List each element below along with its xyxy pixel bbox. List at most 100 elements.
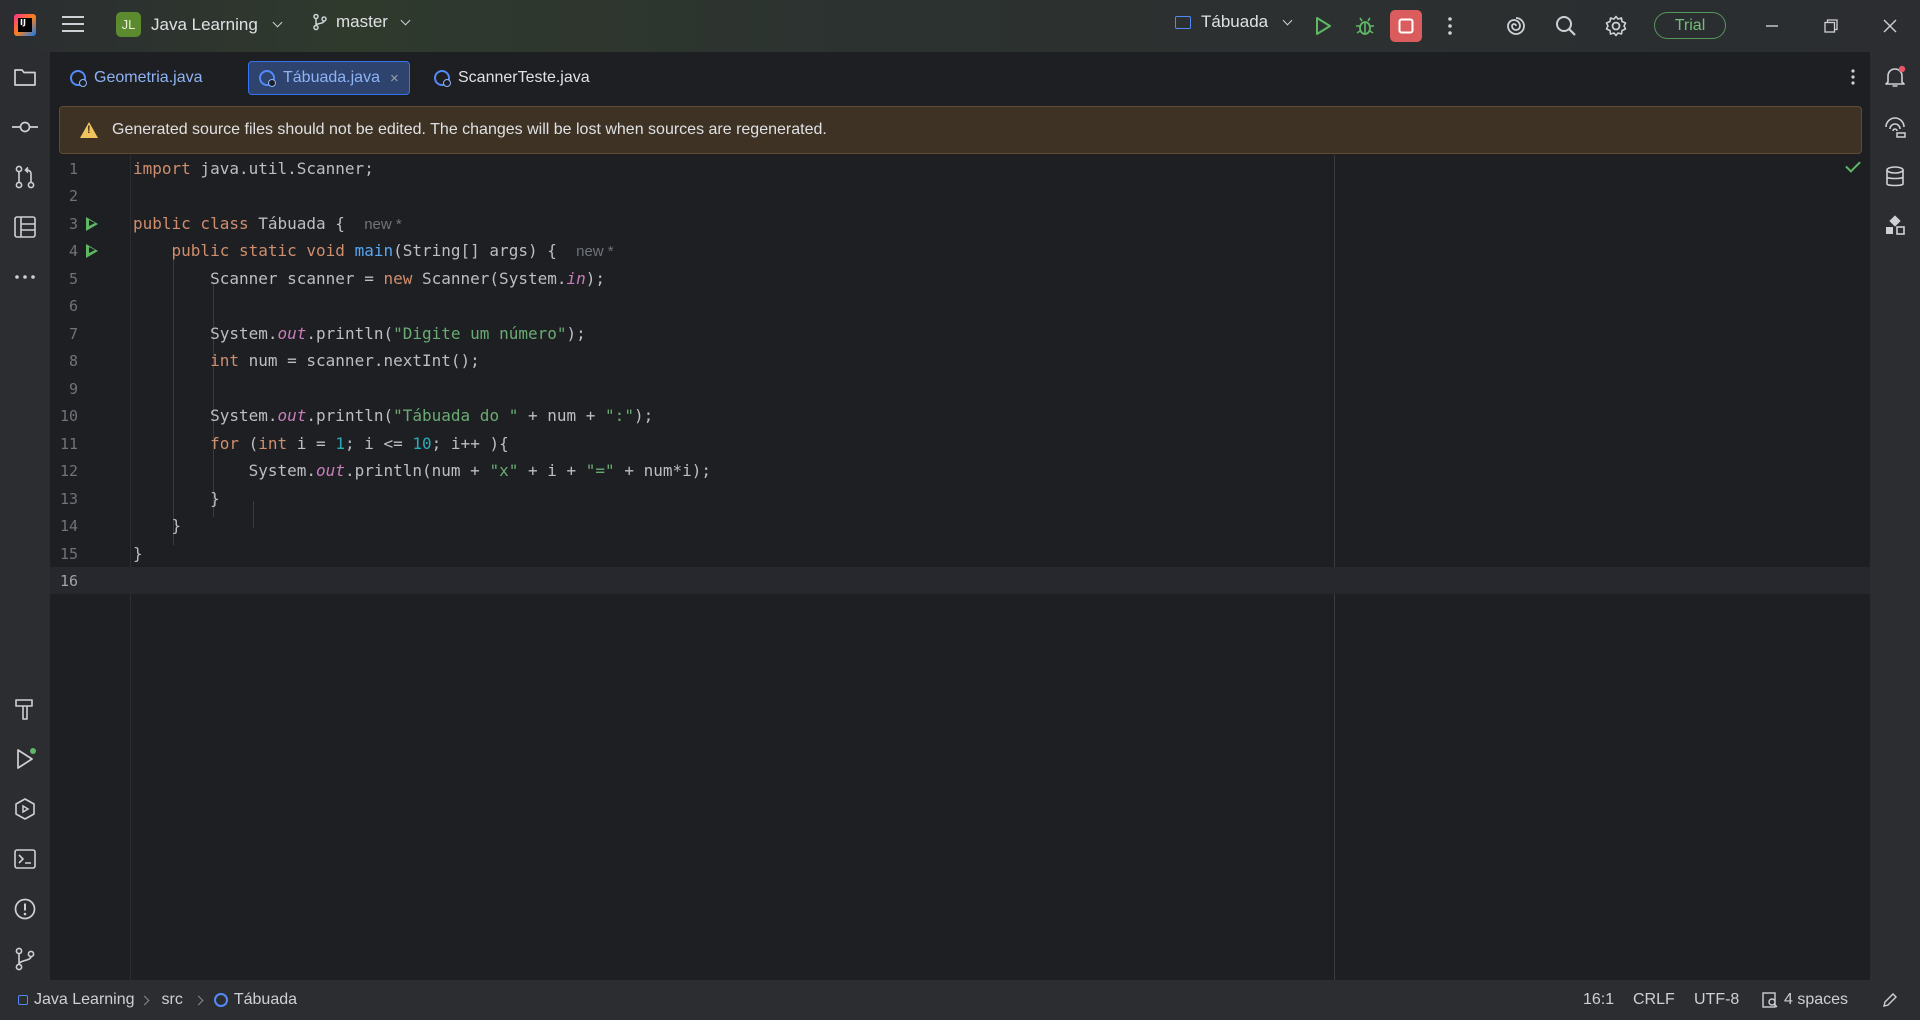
vcs-author-hint[interactable]: new *: [576, 243, 614, 260]
line-number: 4: [68, 241, 78, 260]
line-number: 6: [68, 296, 78, 315]
git-icon[interactable]: [12, 946, 38, 972]
code-line: 11 for (int i = 1; i <= 10; i++ ){: [50, 430, 1870, 457]
more-tools-icon[interactable]: [12, 264, 38, 290]
keyword: import: [133, 159, 191, 178]
minimize-button[interactable]: [1756, 10, 1788, 42]
run-configuration-selector[interactable]: Tábuada: [1175, 12, 1293, 32]
stop-icon: [1398, 18, 1414, 34]
problems-icon[interactable]: [12, 896, 38, 922]
status-bar: Java Learning src Tábuada 16:1 CRLF UTF-…: [0, 980, 1920, 1020]
plugin-checkered-icon[interactable]: [1882, 214, 1908, 240]
close-window-button[interactable]: [1874, 10, 1906, 42]
breadcrumb: Java Learning src Tábuada: [18, 991, 297, 1009]
pull-requests-icon[interactable]: [12, 164, 38, 190]
code-line: 13 }: [50, 485, 1870, 512]
line-number: 7: [68, 324, 78, 343]
lock-file-icon[interactable]: [1882, 992, 1898, 1013]
close-tab-icon[interactable]: ×: [390, 70, 399, 87]
run-tool-icon[interactable]: [12, 746, 38, 772]
title-bar: IJ JL Java Learning master Tábuada Trial: [0, 0, 1920, 52]
code-text: for (int i = 1; i <= 10; i++ ){: [133, 434, 509, 453]
java-class-icon: [213, 993, 228, 1007]
project-folder-icon[interactable]: [12, 64, 38, 90]
breadcrumb-project[interactable]: Java Learning: [34, 991, 135, 1009]
code-token: ; i <=: [344, 434, 413, 453]
tab-scannerteste[interactable]: ScannerTeste.java: [424, 61, 600, 95]
search-button[interactable]: [1550, 10, 1582, 42]
restore-icon: [1824, 19, 1838, 33]
code-token: System.: [248, 461, 317, 480]
caret-position[interactable]: 16:1: [1583, 991, 1614, 1009]
code-line: 6: [50, 292, 1870, 319]
terminal-icon[interactable]: [12, 846, 38, 872]
ai-assistant-button[interactable]: [1500, 10, 1532, 42]
indent-settings[interactable]: 4 spaces: [1762, 991, 1848, 1009]
run-icon: [1316, 17, 1331, 35]
run-class-gutter-icon[interactable]: [86, 216, 98, 231]
code-token: + num +: [518, 406, 606, 425]
chevron-right-icon: [139, 995, 149, 1005]
vcs-author-hint[interactable]: new *: [364, 216, 402, 233]
hamburger-menu-icon[interactable]: [62, 16, 84, 34]
commit-icon[interactable]: [12, 114, 38, 140]
keyword: public class: [133, 214, 249, 233]
code-token: .println(: [306, 324, 394, 343]
warning-icon: [80, 122, 98, 138]
ai-chat-icon[interactable]: [1882, 114, 1908, 140]
run-config-name: Tábuada: [1201, 12, 1269, 31]
search-icon: [1556, 16, 1576, 36]
project-avatar: JL: [116, 12, 141, 37]
code-line: 7 System.out.println("Digite um número")…: [50, 320, 1870, 347]
code-token: );: [566, 324, 586, 343]
chevron-down-icon: [1282, 15, 1293, 25]
breadcrumb-class[interactable]: Tábuada: [234, 991, 297, 1009]
static-field: out: [277, 406, 307, 425]
settings-button[interactable]: [1600, 10, 1632, 42]
more-actions-button[interactable]: [1434, 10, 1466, 42]
branch-selector[interactable]: master: [312, 12, 411, 32]
tab-tabuada[interactable]: Tábuada.java ×: [248, 61, 410, 95]
structure-icon[interactable]: [12, 214, 38, 240]
restore-button[interactable]: [1815, 10, 1847, 42]
tab-label: ScannerTeste.java: [458, 69, 590, 86]
run-button[interactable]: [1307, 10, 1339, 42]
code-token: Scanner(System.: [412, 269, 567, 288]
trial-badge[interactable]: Trial: [1654, 12, 1726, 39]
code-token: }: [133, 544, 143, 563]
code-line: 1 import java.util.Scanner;: [50, 155, 1870, 182]
code-editor[interactable]: 1 import java.util.Scanner; 2 3 public c…: [50, 155, 1870, 980]
file-encoding[interactable]: UTF-8: [1694, 991, 1739, 1009]
indent-icon: [1762, 992, 1778, 1008]
debug-button[interactable]: [1349, 10, 1381, 42]
intellij-logo-icon[interactable]: IJ: [14, 14, 36, 36]
string-literal: "Tábuada do ": [393, 406, 519, 425]
stop-button[interactable]: [1390, 10, 1422, 42]
code-line: 4 public static void main(String[] args)…: [50, 237, 1870, 264]
code-line: 5 Scanner scanner = new Scanner(System.i…: [50, 265, 1870, 292]
code-token: .println(: [306, 406, 394, 425]
code-token: System.: [210, 324, 278, 343]
build-hammer-icon[interactable]: [12, 696, 38, 722]
warning-text: Generated source files should not be edi…: [112, 121, 827, 138]
tab-geometria[interactable]: Geometria.java: [60, 61, 213, 95]
java-class-icon: [70, 70, 87, 87]
database-icon[interactable]: [1882, 164, 1908, 190]
code-token: .println(num +: [344, 461, 490, 480]
code-token: + num*i);: [614, 461, 712, 480]
tab-options-button[interactable]: [1850, 68, 1856, 91]
editor-tabs: Geometria.java Tábuada.java × ScannerTes…: [50, 52, 1870, 102]
services-icon[interactable]: [12, 796, 38, 822]
code-text: int num = scanner.nextInt();: [133, 351, 480, 370]
line-number: 16: [59, 571, 78, 590]
notifications-bell-icon[interactable]: [1882, 64, 1908, 90]
java-class-icon: [434, 70, 451, 87]
project-selector[interactable]: JL Java Learning: [116, 12, 283, 37]
code-token: );: [585, 269, 606, 288]
breadcrumb-src[interactable]: src: [162, 991, 183, 1009]
code-line: 12 System.out.println(num + "x" + i + "=…: [50, 457, 1870, 484]
code-text: }: [133, 489, 220, 508]
chevron-down-icon: [272, 17, 283, 28]
run-main-gutter-icon[interactable]: [86, 243, 98, 258]
line-separator[interactable]: CRLF: [1633, 991, 1675, 1009]
